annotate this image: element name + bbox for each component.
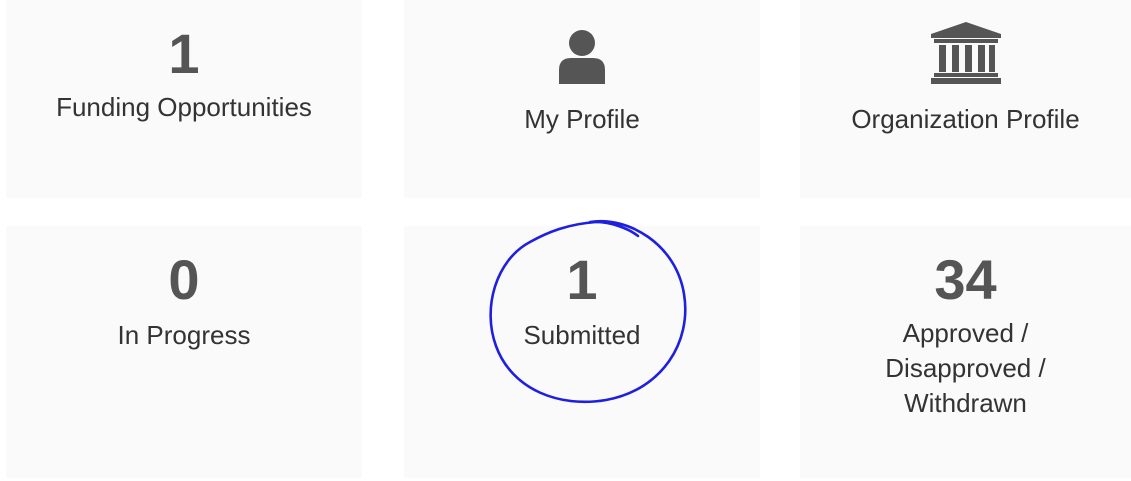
dashboard: 1 Funding Opportunities My Profile Organ… (0, 0, 1131, 481)
submitted-label: Submitted (523, 320, 641, 350)
my-profile-label: My Profile (524, 104, 640, 134)
user-icon (557, 22, 607, 84)
institution-icon (930, 22, 1001, 84)
approved-disapproved-withdrawn-tile[interactable]: 34 Approved / Disapproved / Withdrawn (800, 226, 1131, 478)
approved-count: 34 (934, 248, 997, 311)
approved-label: Approved / Disapproved / Withdrawn (885, 318, 1046, 418)
submitted-count: 1 (566, 248, 598, 311)
in-progress-tile[interactable]: 0 In Progress (6, 226, 362, 478)
organization-profile-label: Organization Profile (851, 104, 1080, 134)
my-profile-tile[interactable]: My Profile (404, 0, 760, 198)
organization-profile-tile[interactable]: Organization Profile (800, 0, 1131, 198)
funding-opportunities-count: 1 (168, 22, 200, 85)
funding-opportunities-tile[interactable]: 1 Funding Opportunities (6, 0, 362, 198)
funding-opportunities-label: Funding Opportunities (56, 92, 312, 122)
submitted-tile[interactable]: 1 Submitted (404, 226, 760, 478)
in-progress-count: 0 (168, 248, 200, 311)
in-progress-label: In Progress (117, 320, 251, 350)
